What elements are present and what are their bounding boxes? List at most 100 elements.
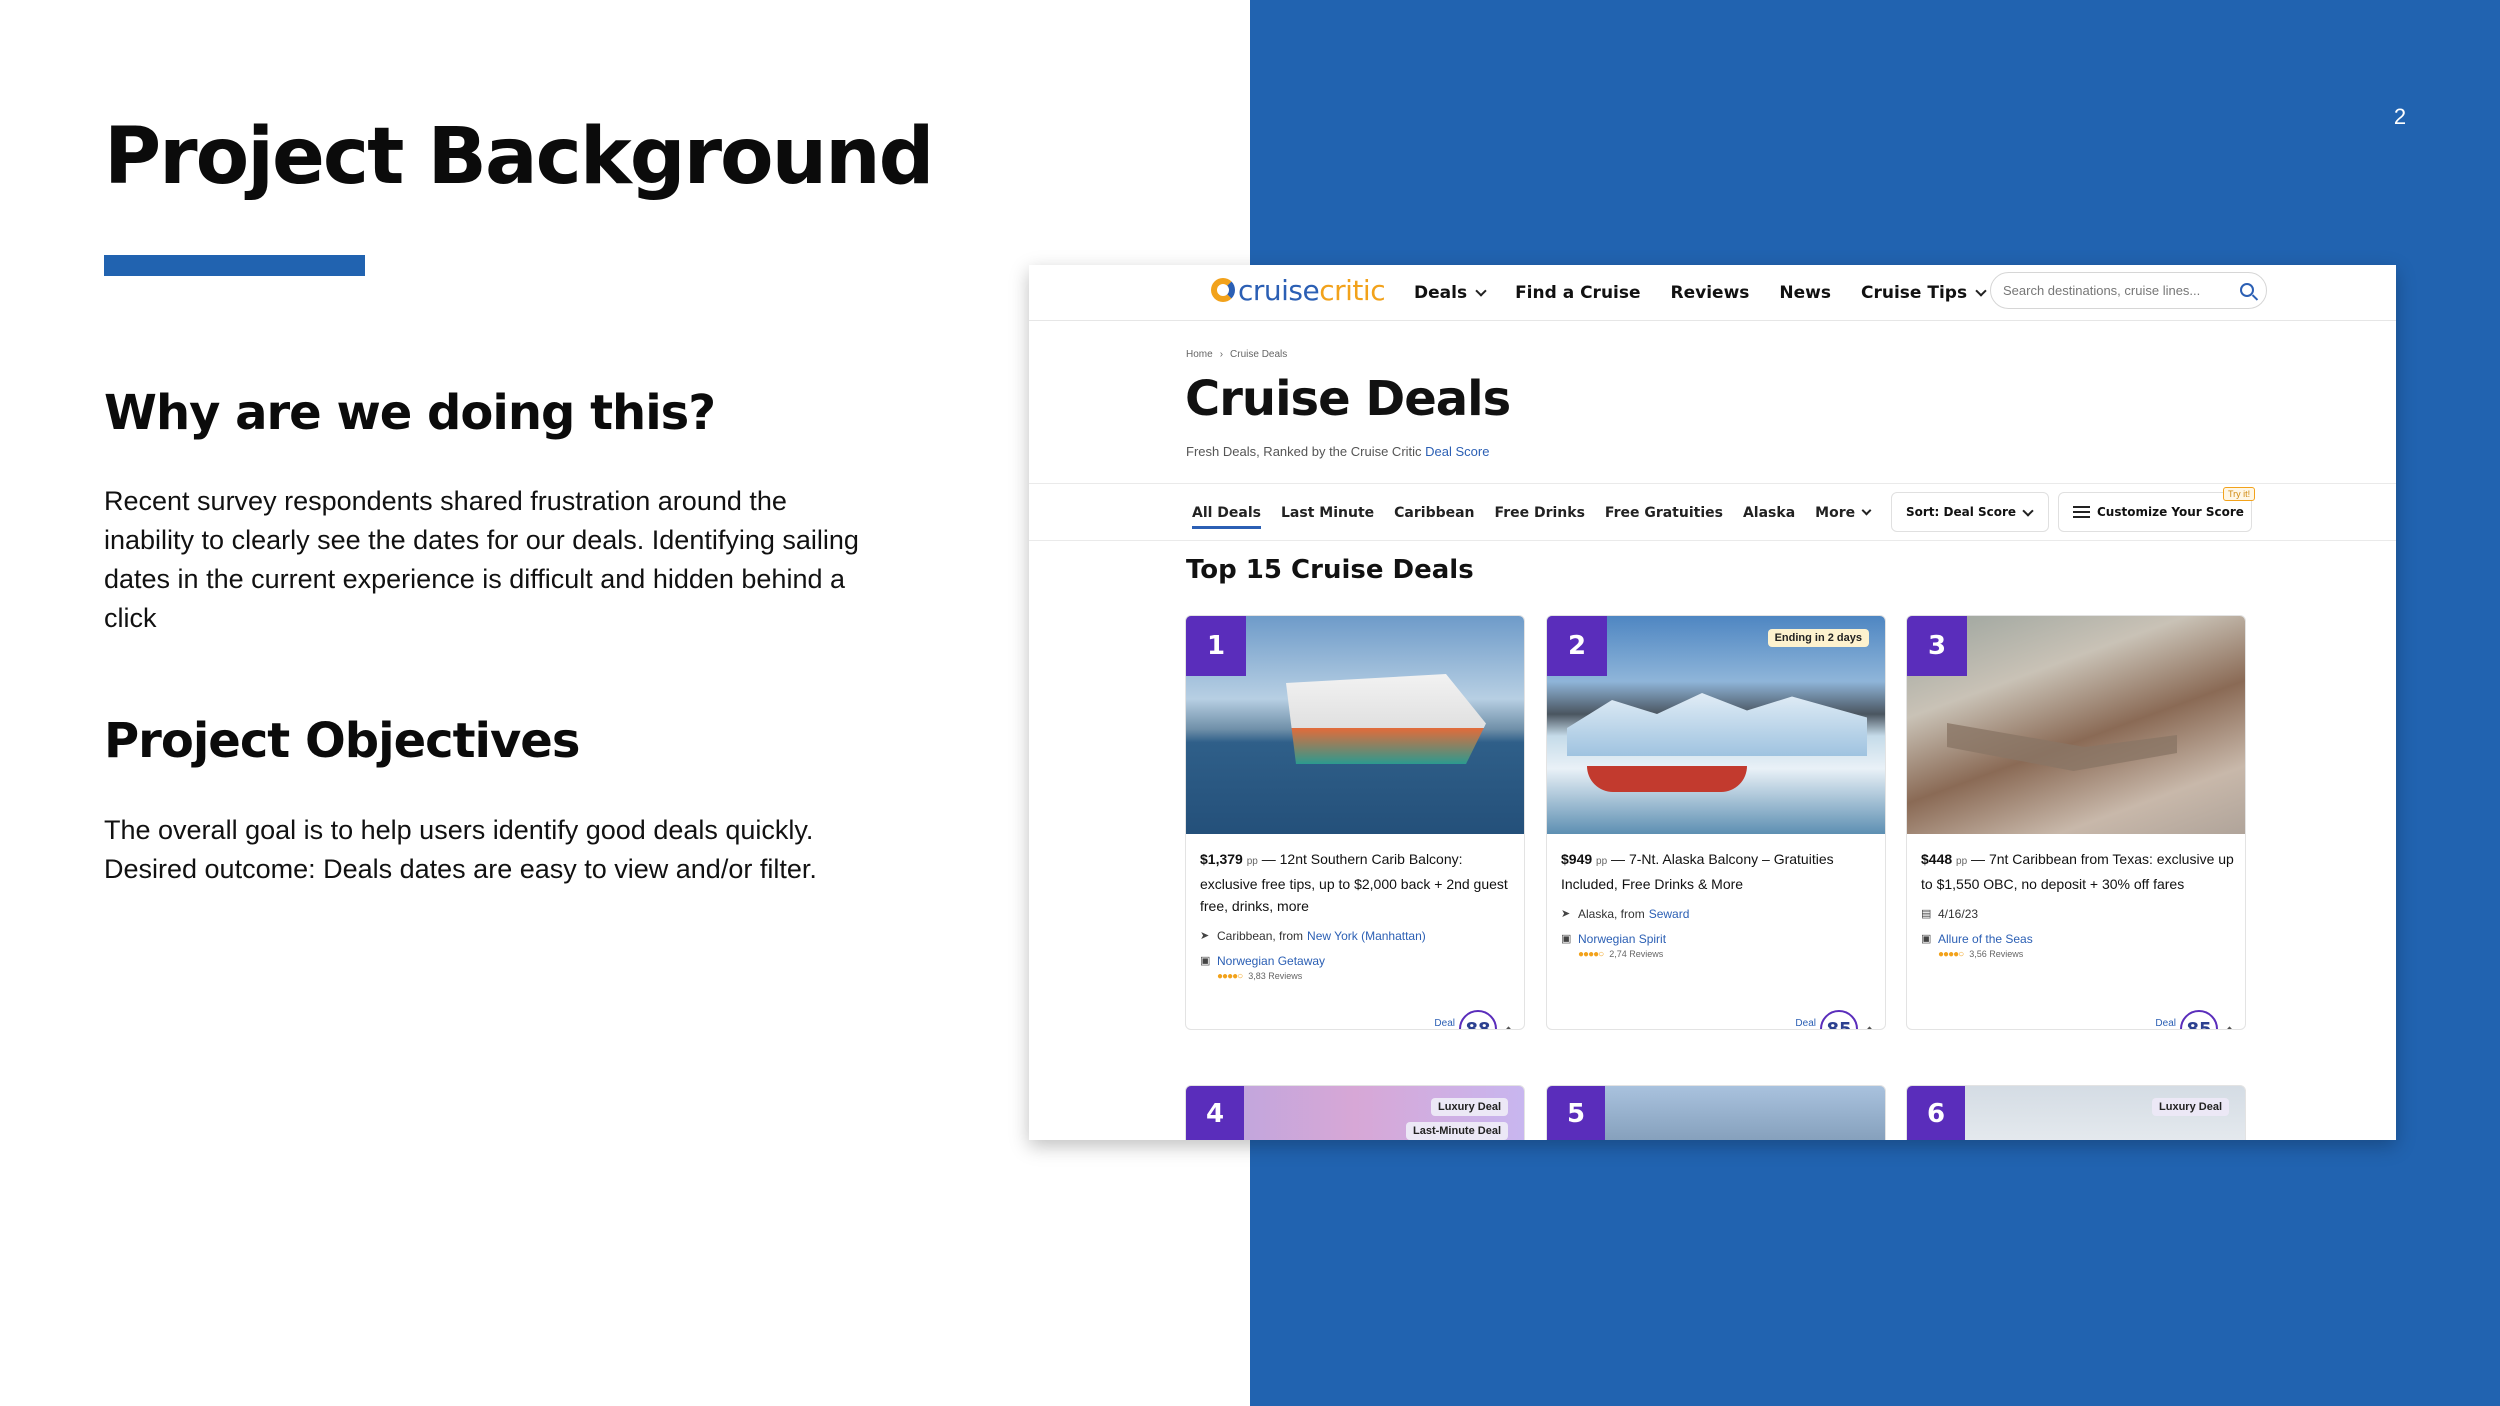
deal-score-link[interactable]: Deal Score [1425,444,1489,459]
deal-description: $1,379 pp — 12nt Southern Carib Balcony:… [1200,851,1508,914]
chevron-up-icon [1503,1026,1514,1029]
tab-more[interactable]: More [1815,505,1872,521]
why-heading: Why are we doing this? [104,385,716,441]
deal-score[interactable]: Deal score 88 [1423,1010,1514,1030]
page-subtitle: Fresh Deals, Ranked by the Cruise Critic… [1186,444,1490,459]
page-title: Cruise Deals [1185,371,1511,427]
try-it-badge: Try it! [2223,487,2256,501]
tab-free-drinks[interactable]: Free Drinks [1495,505,1585,521]
deal-rank: 3 [1907,616,1967,676]
ship-link[interactable]: Allure of the Seas [1938,932,2033,946]
title-underline-bar [104,255,365,276]
section-title: Top 15 Cruise Deals [1186,555,1474,585]
objectives-line-2: Desired outcome: Deals dates are easy to… [104,854,817,884]
ship-name-row: ▣ Allure of the Seas [1921,931,2235,947]
ship-rating: ●●●●○ 3,56 Reviews [1938,948,2024,960]
ship-icon: ▣ [1921,932,1932,945]
navigation-arrow-icon: ➤ [1200,929,1210,942]
chevron-down-icon [1861,505,1872,516]
deal-rank: 4 [1186,1086,1244,1140]
tab-alaska[interactable]: Alaska [1743,505,1795,521]
deal-score-value: 88 [1459,1010,1497,1029]
rating-stars-icon: ●●●●○ [1938,948,1964,960]
deal-score[interactable]: Deal score 85 [1784,1010,1875,1030]
deal-card[interactable]: 2 Ending in 2 days $949 pp — 7-Nt. Alask… [1546,615,1886,1030]
tab-caribbean[interactable]: Caribbean [1394,505,1474,521]
chevron-down-icon [2022,505,2034,517]
ship-name-row: ▣ Norwegian Getaway [1200,953,1514,969]
top-navigation: cruisecritic Deals Find a Cruise Reviews… [1029,265,2396,321]
objectives-line-1: The overall goal is to help users identi… [104,815,814,845]
rating-stars-icon: ●●●●○ [1578,948,1604,960]
nav-reviews[interactable]: Reviews [1671,283,1750,303]
deal-score-label: Deal score [1431,1018,1455,1030]
last-minute-badge: Last-Minute Deal [1405,1122,1508,1140]
ship-icon: ▣ [1200,954,1211,967]
tab-free-gratuities[interactable]: Free Gratuities [1605,505,1723,521]
deal-itinerary: ➤ Alaska, from Seward [1561,907,1690,921]
chevron-up-icon [2224,1026,2235,1029]
search-box [1990,272,2267,309]
deal-rank: 2 [1547,616,1607,676]
breadcrumb-current: Cruise Deals [1230,349,1288,360]
deal-description: $949 pp — 7-Nt. Alaska Balcony – Gratuit… [1561,851,1834,892]
tab-all-deals[interactable]: All Deals [1192,505,1262,529]
breadcrumb-home[interactable]: Home [1186,349,1213,360]
slide-title: Project Background [104,112,935,202]
deal-sail-date: ▤ 4/16/23 [1921,907,1979,921]
website-screenshot: cruisecritic Deals Find a Cruise Reviews… [1029,265,2396,1140]
ship-rating: ●●●●○ 2,74 Reviews [1578,948,1664,960]
deal-rank: 1 [1186,616,1246,676]
nav-news[interactable]: News [1779,283,1831,303]
objectives-heading: Project Objectives [104,713,580,769]
search-icon[interactable] [2240,283,2254,297]
ending-soon-badge: Ending in 2 days [1767,629,1869,647]
nav-cruise-tips[interactable]: Cruise Tips [1861,283,1987,303]
ship-name-row: ▣ Norwegian Spirit [1561,931,1875,947]
luxury-deal-badge: Luxury Deal [1431,1098,1508,1116]
deal-score-value: 85 [2180,1010,2218,1029]
deal-card[interactable]: 3 $448 pp — 7nt Caribbean from Texas: ex… [1906,615,2246,1030]
filter-bar: All Deals Last Minute Caribbean Free Dri… [1029,483,2396,541]
cruisecritic-logo[interactable]: cruisecritic [1211,273,1386,307]
deal-rank: 6 [1907,1086,1965,1140]
deal-itinerary: ➤ Caribbean, from New York (Manhattan) [1200,929,1426,943]
objectives-paragraph: The overall goal is to help users identi… [104,811,884,889]
deal-card[interactable]: 6 Luxury Deal [1906,1085,2246,1140]
logo-icon [1211,278,1235,302]
ship-link[interactable]: Norwegian Spirit [1578,932,1666,946]
logo-wordmark: cruisecritic [1238,273,1386,307]
search-input[interactable] [2003,283,2218,298]
deal-score-label: Deal score [1792,1018,1816,1030]
deal-card[interactable]: 1 $1,379 pp — 12nt Southern Carib Balcon… [1185,615,1525,1030]
ship-link[interactable]: Norwegian Getaway [1217,954,1325,968]
nav-links: Deals Find a Cruise Reviews News Cruise … [1414,265,2015,321]
sort-dropdown[interactable]: Sort: Deal Score [1891,492,2049,532]
calendar-icon: ▤ [1921,907,1932,920]
breadcrumb: Home › Cruise Deals [1186,349,1287,360]
sliders-icon [2073,506,2090,519]
port-link[interactable]: Seward [1649,907,1690,921]
why-paragraph: Recent survey respondents shared frustra… [104,486,859,633]
chevron-down-icon [1475,284,1487,297]
deal-card[interactable]: 5 [1546,1085,1886,1140]
chevron-right-icon: › [1219,349,1224,360]
luxury-deal-badge: Luxury Deal [2152,1098,2229,1116]
deal-score[interactable]: Deal score 85 [2144,1010,2235,1030]
nav-deals[interactable]: Deals [1414,283,1487,303]
port-link[interactable]: New York (Manhattan) [1307,929,1426,943]
nav-find-a-cruise[interactable]: Find a Cruise [1515,283,1640,303]
navigation-arrow-icon: ➤ [1561,907,1571,920]
ship-icon: ▣ [1561,932,1572,945]
tab-last-minute[interactable]: Last Minute [1281,505,1374,521]
page-number: 2 [2393,104,2407,129]
deal-description: $448 pp — 7nt Caribbean from Texas: excl… [1921,851,2234,892]
deal-rank: 5 [1547,1086,1605,1140]
filter-tabs: All Deals Last Minute Caribbean Free Dri… [1192,484,1890,542]
deal-card[interactable]: 4 Luxury Deal Last-Minute Deal [1185,1085,1525,1140]
rating-stars-icon: ●●●●○ [1217,970,1243,982]
deal-score-label: Deal score [2152,1018,2176,1030]
deal-score-value: 85 [1820,1010,1858,1029]
chevron-up-icon [1864,1026,1875,1029]
chevron-down-icon [1975,284,1987,297]
